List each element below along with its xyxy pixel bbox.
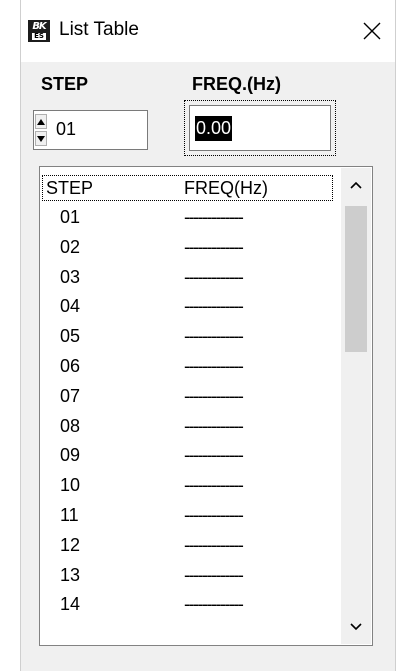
list-item-freq: -------------: [184, 385, 244, 406]
list-item-freq: -------------: [184, 594, 244, 615]
list-item-freq: -------------: [184, 236, 244, 257]
list-item-freq: -------------: [184, 207, 244, 227]
list-item-step: 14: [60, 594, 81, 615]
list-header-step: STEP: [46, 178, 94, 198]
list-item[interactable]: 01 -------------: [40, 205, 336, 231]
list-item-freq: -------------: [184, 415, 244, 436]
list-item-freq: -------------: [184, 356, 244, 376]
step-spinner[interactable]: 01: [33, 110, 148, 150]
list-item-freq: -------------: [184, 475, 244, 496]
window-title: List Table: [59, 19, 139, 40]
list-item-step: 06: [60, 356, 81, 376]
list-item-freq: -------------: [184, 266, 244, 287]
vertical-scrollbar[interactable]: [341, 168, 371, 644]
list-item-step: 11: [60, 505, 79, 525]
list-item-step: 05: [60, 326, 81, 347]
close-button[interactable]: [353, 12, 391, 50]
list-item-freq: -------------: [184, 296, 244, 317]
list-item-freq: -------------: [184, 505, 244, 525]
list-item-freq: -------------: [184, 534, 244, 555]
list-item-freq: -------------: [184, 564, 244, 585]
chevron-up-icon: [350, 181, 362, 189]
freq-input[interactable]: 0.00: [189, 105, 331, 151]
step-label: STEP: [41, 74, 89, 94]
list-item-step: 07: [60, 385, 81, 406]
scroll-down-button[interactable]: [341, 610, 371, 644]
list-item-step: 01: [60, 207, 81, 227]
list-item[interactable]: 07 -------------: [40, 384, 336, 410]
list-item-step: 02: [60, 236, 81, 257]
bk-precision-icon: BK ES: [28, 20, 50, 42]
list-item-step: 12: [60, 534, 81, 555]
scroll-thumb[interactable]: [345, 206, 367, 352]
chevron-down-icon: [350, 623, 362, 631]
step-list[interactable]: STEP FREQ(Hz) 01 ------------- 02 ---------…: [39, 166, 373, 646]
list-table-window: BK ES List Table STEP FREQ.(Hz) 01 0.00 …: [20, 0, 396, 671]
freq-label: FREQ.(Hz): [192, 74, 281, 94]
triangle-down-icon: [37, 135, 45, 142]
list-item[interactable]: 04 -------------: [40, 294, 336, 320]
list-item[interactable]: 08 -------------: [40, 414, 336, 440]
list-item-step: 09: [60, 445, 81, 466]
list-item-step: 04: [60, 296, 81, 317]
freq-value[interactable]: 0.00: [195, 116, 233, 141]
list-item[interactable]: 06 -------------: [40, 354, 336, 380]
list-header-freq: FREQ(Hz): [184, 178, 268, 198]
triangle-up-icon: [37, 118, 45, 125]
list-item[interactable]: 14 -------------: [40, 592, 336, 618]
scroll-up-button[interactable]: [341, 168, 371, 202]
freq-focus-frame: 0.00: [184, 100, 336, 156]
list-item[interactable]: 03 -------------: [40, 265, 336, 291]
spin-down-button[interactable]: [35, 131, 47, 146]
list-item[interactable]: 12 -------------: [40, 533, 336, 559]
list-item[interactable]: 09 -------------: [40, 443, 336, 469]
list-item-step: 10: [60, 475, 81, 496]
list-item[interactable]: 11 -------------: [40, 503, 336, 529]
step-value[interactable]: 01: [56, 119, 76, 140]
list-item-step: 13: [60, 564, 81, 585]
list-item[interactable]: 13 -------------: [40, 563, 336, 589]
list-item-step: 08: [60, 415, 81, 436]
close-icon: [363, 22, 381, 40]
list-item[interactable]: 02 -------------: [40, 235, 336, 261]
list-item-step: 03: [60, 266, 81, 287]
list-item[interactable]: 10 -------------: [40, 473, 336, 499]
title-bar[interactable]: BK ES List Table: [21, 0, 395, 62]
spin-up-button[interactable]: [35, 114, 47, 129]
list-item-freq: -------------: [184, 326, 244, 347]
list-item-freq: -------------: [184, 445, 244, 466]
list-item[interactable]: 05 -------------: [40, 324, 336, 350]
